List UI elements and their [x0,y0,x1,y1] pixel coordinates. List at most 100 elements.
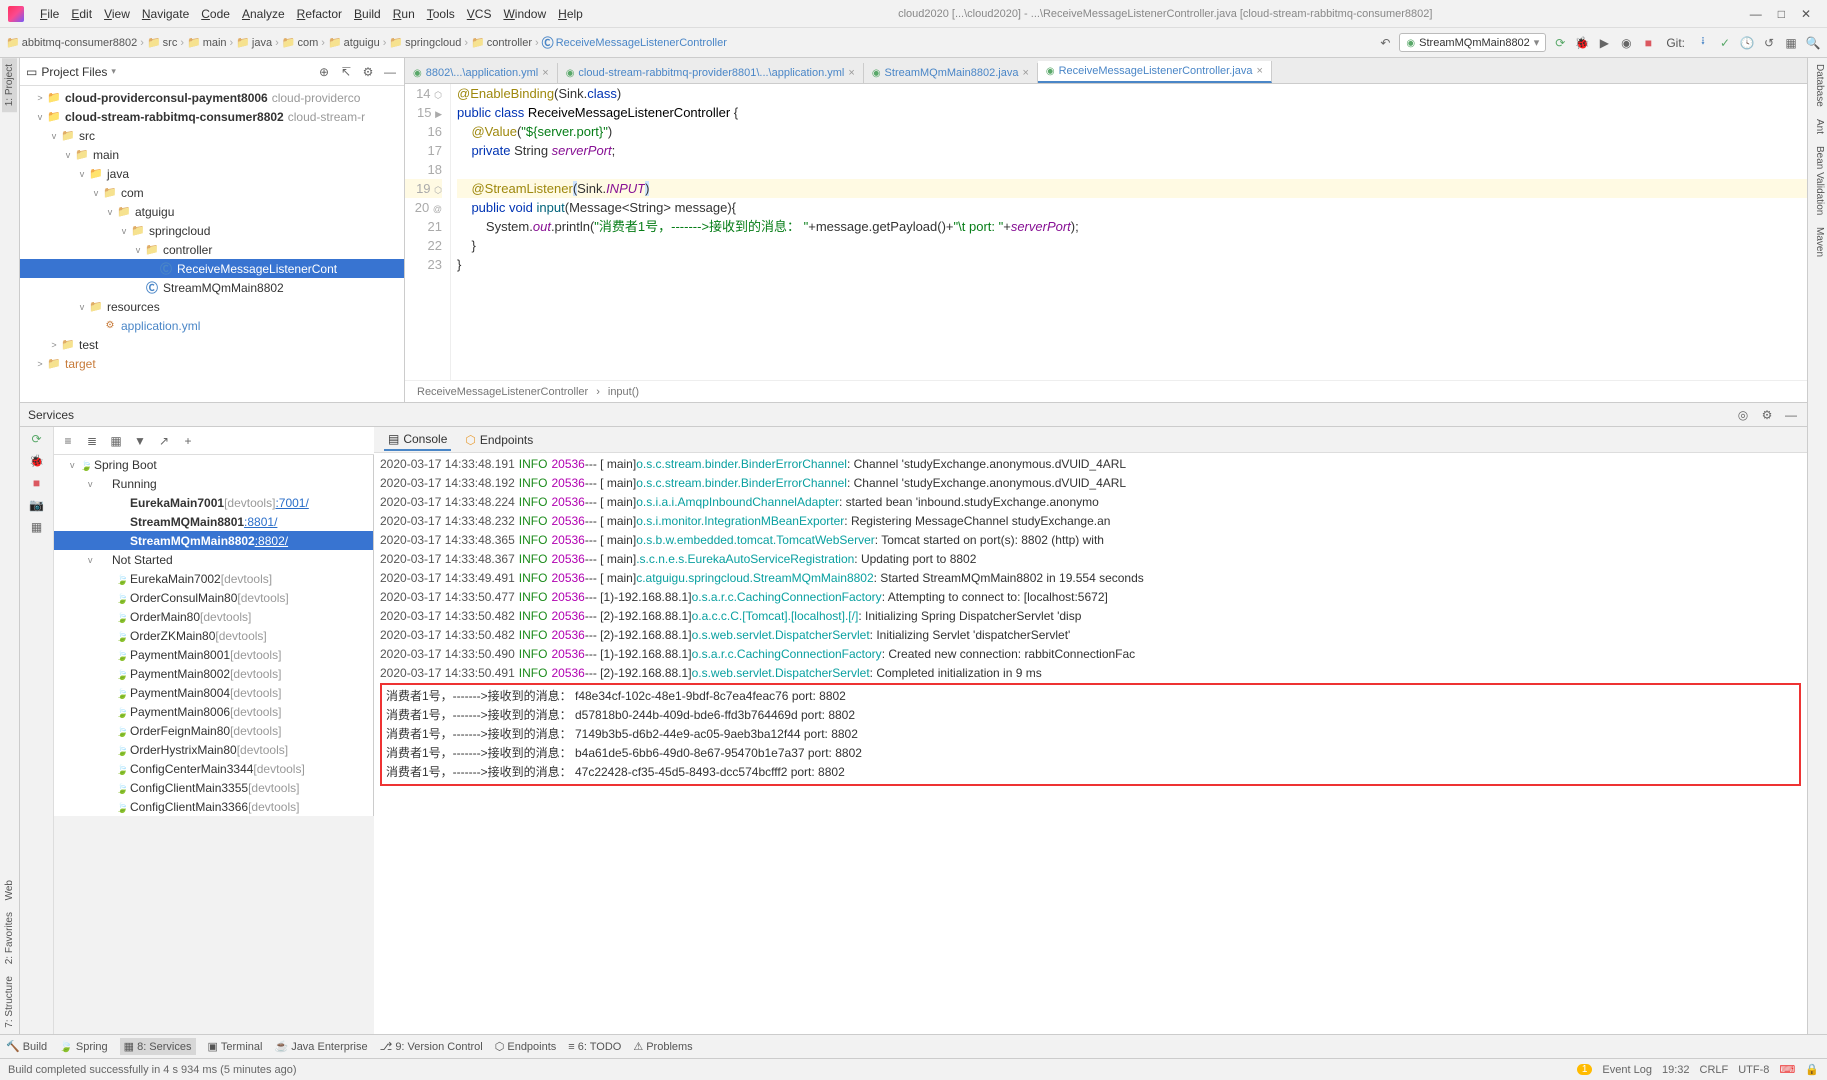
services-settings-icon[interactable]: ⚙ [1759,407,1775,423]
stop-service-icon[interactable]: ■ [29,475,45,491]
breadcrumb-item[interactable]: ReceiveMessageListenerController [542,34,727,51]
web-toolwindow-tab[interactable]: Web [2,874,17,906]
menu-tools[interactable]: Tools [421,4,461,24]
bottom-tab-spring[interactable]: 🍃Spring [59,1040,108,1053]
service-node[interactable]: ConfigClientMain3366 [devtools] [54,797,373,816]
editor-breadcrumb[interactable]: ReceiveMessageListenerController›input() [405,380,1807,402]
console-tabs[interactable]: ▤Console ⬡Endpoints [374,427,1807,453]
breadcrumb-item[interactable]: com [282,36,318,49]
breadcrumb-item[interactable]: springcloud [389,36,461,49]
ant-toolwindow-tab[interactable]: Ant [1808,113,1827,140]
code-content[interactable]: @EnableBinding(Sink.class)public class R… [451,84,1807,380]
coverage-icon[interactable]: ▶ [1596,35,1612,51]
services-locate-icon[interactable]: ◎ [1735,407,1751,423]
tree-node[interactable]: application.yml [20,316,404,335]
project-toolwindow-tab[interactable]: 1: Project [2,58,17,112]
service-node[interactable]: StreamMQMain8801 :8801/ [54,512,373,531]
menu-vcs[interactable]: VCS [461,4,498,24]
layout-icon[interactable]: ▦ [29,519,45,535]
service-node[interactable]: OrderFeignMain80 [devtools] [54,721,373,740]
editor-tab[interactable]: StreamMQmMain8802.java× [864,63,1038,83]
service-node[interactable]: PaymentMain8001 [devtools] [54,645,373,664]
bottom-tab-6-todo[interactable]: ≡6: TODO [568,1041,621,1053]
maximize-icon[interactable]: □ [1778,7,1785,21]
stop-icon[interactable]: ■ [1640,35,1656,51]
bottom-tab-terminal[interactable]: ▣Terminal [208,1040,263,1053]
database-toolwindow-tab[interactable]: Database [1808,58,1827,113]
tree-node[interactable]: vcloud-stream-rabbitmq-consumer8802cloud… [20,107,404,126]
bottom-tab-build[interactable]: 🔨Build [6,1040,47,1053]
menu-run[interactable]: Run [387,4,421,24]
maven-toolwindow-tab[interactable]: Maven [1808,221,1827,263]
service-node[interactable]: OrderMain80 [devtools] [54,607,373,626]
service-node[interactable]: v Spring Boot [54,455,373,474]
menu-window[interactable]: Window [497,4,552,24]
panel-settings-icon[interactable]: ⚙ [360,64,376,80]
tree-node[interactable]: vmain [20,145,404,164]
hide-icon[interactable]: ↗ [156,433,172,449]
services-hide-icon[interactable]: — [1783,407,1799,423]
camera-icon[interactable]: 📷 [29,497,45,513]
bottom-tab-java-enterprise[interactable]: ☕Java Enterprise [274,1040,367,1053]
git-update-icon[interactable]: ⭭ [1695,35,1711,51]
breadcrumb[interactable]: abbitmq-consumer8802›src›main›java›com›a… [6,34,1375,51]
git-history-icon[interactable]: 🕓 [1739,35,1755,51]
menu-view[interactable]: View [98,4,136,24]
menu-help[interactable]: Help [552,4,589,24]
editor-tab[interactable]: ReceiveMessageListenerController.java× [1038,61,1272,83]
service-node[interactable]: OrderConsulMain80 [devtools] [54,588,373,607]
git-revert-icon[interactable]: ↺ [1761,35,1777,51]
bottom-tab-endpoints[interactable]: ⬡Endpoints [495,1040,557,1053]
tree-node[interactable]: vspringcloud [20,221,404,240]
ide-settings-icon[interactable]: ▦ [1783,35,1799,51]
service-node[interactable]: PaymentMain8006 [devtools] [54,702,373,721]
event-log-button[interactable]: Event Log [1602,1064,1652,1076]
menu-analyze[interactable]: Analyze [236,4,291,24]
tree-node[interactable]: >test [20,335,404,354]
endpoints-tab[interactable]: ⬡Endpoints [461,430,537,450]
service-node[interactable]: StreamMQmMain8802 :8802/ [54,531,373,550]
rerun-icon[interactable]: ⟳ [29,431,45,447]
run-service-icon[interactable]: 🐞 [29,453,45,469]
service-node[interactable]: PaymentMain8002 [devtools] [54,664,373,683]
add-service-icon[interactable]: + [180,433,196,449]
tree-node[interactable]: vcom [20,183,404,202]
hide-panel-icon[interactable]: — [382,64,398,80]
bean-validation-toolwindow-tab[interactable]: Bean Validation [1808,140,1827,221]
expand-icon[interactable]: ≡ [60,433,76,449]
editor-tabs[interactable]: 8802\...\application.yml×cloud-stream-ra… [405,58,1807,84]
run-config-select[interactable]: StreamMQmMain8802▾ [1399,33,1546,52]
close-tab-icon[interactable]: × [542,67,548,79]
bottom-tab-8-services[interactable]: ▦8: Services [120,1038,196,1055]
search-everywhere-icon[interactable]: 🔍 [1805,35,1821,51]
service-node[interactable]: v Not Started [54,550,373,569]
tree-node[interactable]: ReceiveMessageListenerCont [20,259,404,278]
service-node[interactable]: ConfigClientMain3355 [devtools] [54,778,373,797]
cursor-position[interactable]: 19:32 [1662,1064,1690,1076]
service-node[interactable]: EurekaMain7001 [devtools] :7001/ [54,493,373,512]
breadcrumb-item[interactable]: abbitmq-consumer8802 [6,36,137,49]
close-tab-icon[interactable]: × [1256,65,1262,77]
editor-tab[interactable]: cloud-stream-rabbitmq-provider8801\...\a… [558,63,864,83]
debug-icon[interactable]: 🐞 [1574,35,1590,51]
editor-gutter[interactable]: 14 ⬡15 ▶16 17 18 19 ⬡20 @21 22 23 [405,84,451,380]
close-tab-icon[interactable]: × [1022,67,1028,79]
tree-node[interactable]: vatguigu [20,202,404,221]
favorites-toolwindow-tab[interactable]: 2: Favorites [2,906,17,970]
bottom-tab-problems[interactable]: ⚠Problems [633,1040,692,1053]
breadcrumb-item[interactable]: main [187,36,227,49]
project-tree[interactable]: >cloud-providerconsul-payment8006cloud-p… [20,86,404,402]
service-node[interactable]: v Running [54,474,373,493]
filter-icon[interactable]: ▼ [132,433,148,449]
console-tab[interactable]: ▤Console [384,429,451,451]
lock-icon[interactable]: 🔒 [1805,1063,1819,1076]
close-icon[interactable]: ✕ [1801,7,1811,21]
breadcrumb-item[interactable]: src [147,36,177,49]
breadcrumb-item[interactable]: java [236,36,272,49]
locate-icon[interactable]: ⊕ [316,64,332,80]
service-node[interactable]: PaymentMain8004 [devtools] [54,683,373,702]
structure-toolwindow-tab[interactable]: 7: Structure [2,970,17,1034]
tree-node[interactable]: vcontroller [20,240,404,259]
service-node[interactable]: OrderHystrixMain80 [devtools] [54,740,373,759]
close-tab-icon[interactable]: × [848,67,854,79]
